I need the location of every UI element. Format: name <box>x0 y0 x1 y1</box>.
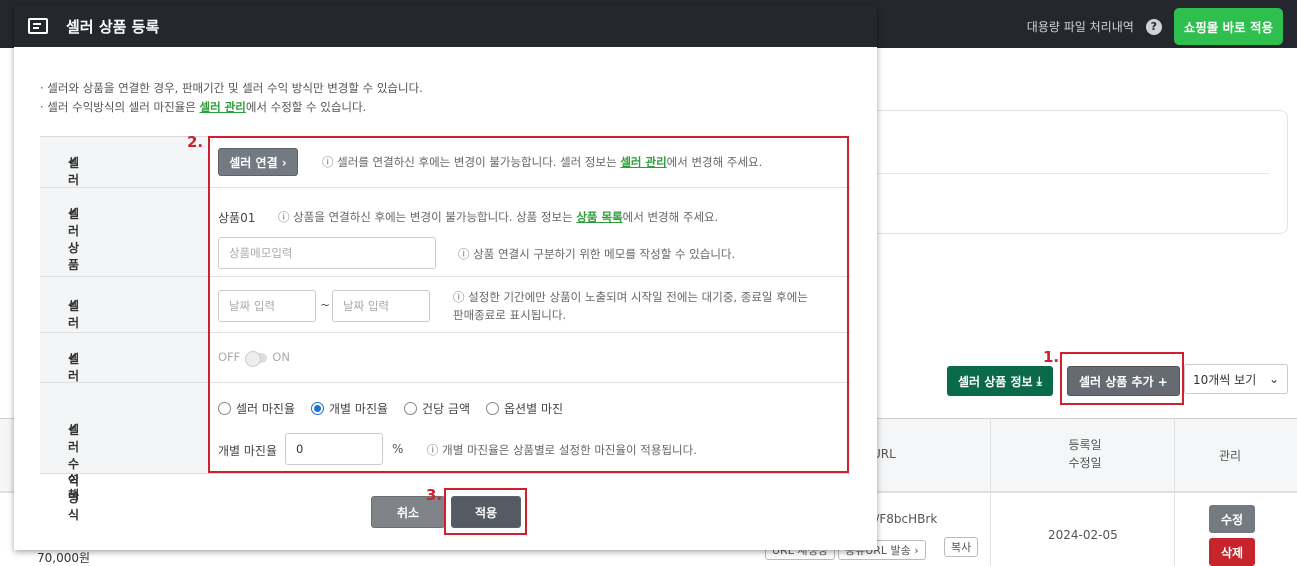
radio-dot-selected[interactable] <box>311 402 325 415</box>
seller-manage-link[interactable]: 셀러 관리 <box>199 100 245 114</box>
period-row: ✔셀러 판매기간 날짜 입력 ~ 날짜 입력 ⓘ 설정한 기간에만 상품이 노출… <box>40 277 850 398</box>
seller-product-register-modal: 셀러 상품 등록 · 셀러와 상품을 연결한 경우, 판매기간 및 셀러 수익 … <box>14 5 877 550</box>
edit-button[interactable]: 수정 <box>1209 505 1255 533</box>
column-dates: 등록일 수정일 <box>1068 438 1102 470</box>
radio-individual-margin[interactable]: 개별 마진율 <box>311 400 388 417</box>
annotation-step1: 1. <box>1043 348 1060 366</box>
add-seller-product-button[interactable]: 셀러 상품 추가 + <box>1067 366 1180 396</box>
help-icon[interactable]: ? <box>1145 18 1162 35</box>
margin-input[interactable]: 0 <box>285 433 383 465</box>
seller-product-info-button[interactable]: 셀러 상품 정보 ⤓ <box>947 366 1053 396</box>
apply-button[interactable]: 적용 <box>451 496 521 528</box>
radio-option-margin[interactable]: 옵션별 마진 <box>486 400 563 417</box>
revenue-row: ✔ 셀러 수익 방식 셀러 마진율 개별 마진율 건당 금액 옵션별 마진 개별 … <box>40 383 850 522</box>
filter-panel <box>850 110 1288 234</box>
chevron-down-icon: ⌄ <box>1268 372 1279 386</box>
copy-button[interactable]: 복사 <box>944 537 979 557</box>
register-form: ✔ 셀러 셀러 연결 › ⓘ 셀러를 연결하신 후에는 변경이 불가능합니다. 셀… <box>40 136 850 522</box>
product-row: ✔ 셀러 상품 상품01 ⓘ 상품을 연결하신 후에는 변경이 불가능합니다. 상… <box>40 188 850 277</box>
seller-manage-link-2[interactable]: 셀러 관리 <box>620 155 666 169</box>
product-name: 상품01 <box>218 211 256 225</box>
toggle-switch[interactable] <box>245 350 268 367</box>
margin-label: 개별 마진율 <box>218 444 278 458</box>
end-date-input[interactable]: 날짜 입력 <box>332 290 430 322</box>
page-size-select[interactable]: 10개씩 보기 ⌄ <box>1184 364 1288 394</box>
radio-per-case-amount[interactable]: 건당 금액 <box>404 400 470 417</box>
period-help-text: ⓘ 설정한 기간에만 상품이 노출되며 시작일 전에는 대기중, 종료일 후에는… <box>453 290 808 322</box>
memo-help-text: ⓘ 상품 연결시 구분하기 위한 메모를 작성할 수 있습니다. <box>458 247 736 261</box>
date-cell: 2024-02-05 <box>1048 528 1118 542</box>
list-icon <box>28 18 48 34</box>
column-manage: 관리 <box>1218 449 1242 463</box>
margin-help-text: ⓘ 개별 마진율은 상품별로 설정한 마진율이 적용됩니다. <box>427 443 697 457</box>
annotation-step2: 2. <box>187 133 204 151</box>
seller-row: ✔ 셀러 셀러 연결 › ⓘ 셀러를 연결하신 후에는 변경이 불가능합니다. 셀… <box>40 137 850 188</box>
annotation-step3: 3. <box>426 486 443 504</box>
start-date-input[interactable]: 날짜 입력 <box>218 290 316 322</box>
radio-dot[interactable] <box>218 402 231 415</box>
apply-shop-button[interactable]: 쇼핑몰 바로 적용 <box>1173 8 1283 45</box>
radio-seller-margin[interactable]: 셀러 마진율 <box>218 400 295 417</box>
modal-title: 셀러 상품 등록 <box>66 17 160 36</box>
delete-button[interactable]: 삭제 <box>1209 538 1255 566</box>
modal-notes: · 셀러와 상품을 연결한 경우, 판매기간 및 셀러 수익 방식만 변경할 수… <box>40 81 423 114</box>
price-cell: 70,000원 <box>37 551 91 565</box>
date-separator: ~ <box>320 298 331 312</box>
product-list-link[interactable]: 상품 목록 <box>576 210 622 224</box>
short-url: o/F8bcHBrk <box>868 512 938 526</box>
revenue-type-radios: 셀러 마진율 개별 마진율 건당 금액 옵션별 마진 <box>218 400 579 417</box>
modal-header: 셀러 상품 등록 <box>14 5 877 47</box>
seller-help-text: ⓘ 셀러를 연결하신 후에는 변경이 불가능합니다. 셀러 정보는 셀러 관리에… <box>322 155 763 169</box>
product-help-text: ⓘ 상품을 연결하신 후에는 변경이 불가능합니다. 상품 정보는 상품 목록에… <box>278 210 719 224</box>
download-icon: ⤓ <box>1036 373 1042 388</box>
fee-policy-row: ✔셀러 수수료 개별정책 OFFON <box>40 333 850 502</box>
radio-dot[interactable] <box>404 402 418 415</box>
radio-dot[interactable] <box>486 402 500 415</box>
percent-unit: % <box>392 442 404 456</box>
product-memo-input[interactable]: 상품메모입력 <box>218 237 436 269</box>
fee-policy-toggle[interactable]: OFF ON <box>218 350 290 367</box>
bulk-file-history-link[interactable]: 대용량 파일 처리내역 <box>1027 18 1134 35</box>
seller-connect-button[interactable]: 셀러 연결 › <box>218 148 298 176</box>
